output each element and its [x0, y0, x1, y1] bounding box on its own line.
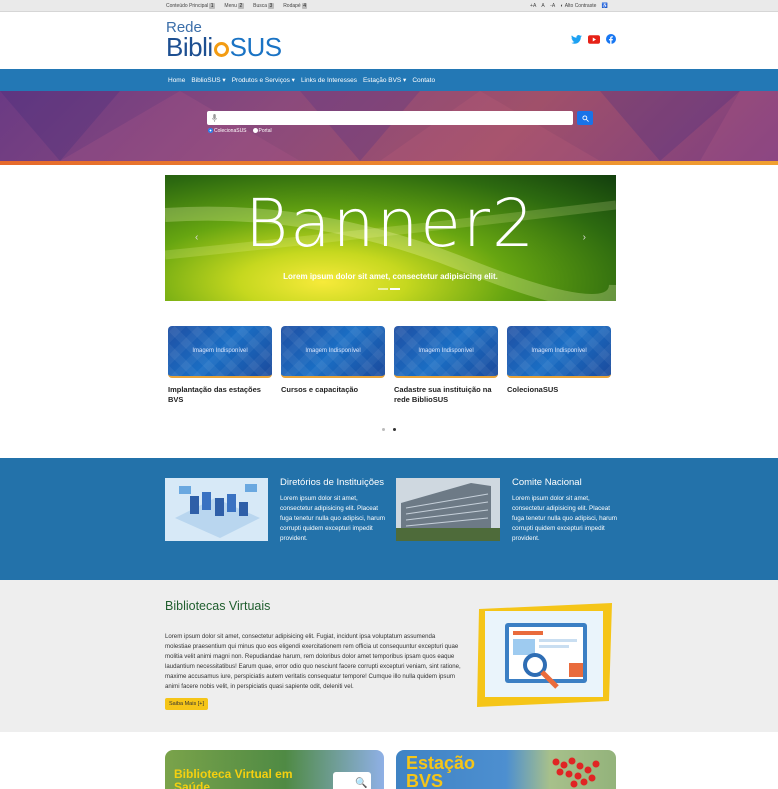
font-increase-button[interactable]: +A: [530, 3, 536, 9]
banner-indicator[interactable]: [378, 288, 388, 290]
feature-title[interactable]: Comite Nacional: [512, 477, 617, 489]
radio-colecionasus[interactable]: ColecionaSUS: [208, 128, 247, 134]
estacao-card-title: Estação BVS: [406, 753, 476, 789]
card-title: Cadastre sua instituição na rede BiblioS…: [394, 385, 492, 404]
logo-wordmark: Bibli SUS: [166, 32, 282, 62]
section-title: Bibliotecas Virtuais: [165, 599, 271, 613]
youtube-icon[interactable]: [588, 34, 600, 44]
shortcut-search[interactable]: Busca 3: [253, 2, 278, 9]
nav-produtos-servicos[interactable]: Produtos e Serviços ▾: [232, 76, 295, 84]
main-nav: Home BiblioSUS ▾ Produtos e Serviços ▾ L…: [0, 69, 778, 91]
hero-accent-stripe: [0, 161, 778, 165]
accessibility-bar: Conteúdo Principal 1 Menu 2 Busca 3 Rodapé 4…: [0, 0, 778, 12]
card-cadastre[interactable]: Imagem Indisponível Cadastre sua institu…: [394, 326, 498, 405]
contrast-button[interactable]: ◐ Alto Contraste: [561, 3, 597, 9]
social-links: [571, 34, 616, 44]
card-cursos[interactable]: Imagem Indisponível Cursos e capacitação: [281, 326, 385, 395]
card-image: Imagem Indisponível: [507, 326, 611, 378]
card-implantacao[interactable]: Imagem Indisponível Implantação das esta…: [168, 326, 272, 405]
logo-part1: Bibli: [166, 32, 213, 62]
card-image: Imagem Indisponível: [168, 326, 272, 378]
hero-pattern: [0, 91, 778, 161]
saiba-mais-button[interactable]: Saiba Mais [+]: [165, 698, 209, 710]
shortcut-main-content[interactable]: Conteúdo Principal 1: [166, 2, 219, 9]
estacao-card[interactable]: Estação BVS: [396, 750, 616, 789]
nav-home[interactable]: Home: [168, 77, 185, 84]
bvs-card-title: Biblioteca Virtual em Saúde: [174, 767, 293, 789]
search-input[interactable]: [207, 111, 573, 125]
site-header: Rede Bibli SUS: [0, 12, 778, 69]
feature-diretorios: Diretórios de Instituições Lorem ipsum d…: [280, 477, 385, 544]
access-tools: +A A -A ◐ Alto Contraste ♿: [530, 3, 612, 9]
banner-prev-icon[interactable]: ‹: [195, 232, 198, 243]
banner-title: Banner2: [244, 185, 537, 262]
site-logo[interactable]: Rede Bibli SUS: [166, 20, 282, 62]
search-button[interactable]: [577, 111, 593, 125]
access-shortcuts: Conteúdo Principal 1 Menu 2 Busca 3 Rodapé 4: [166, 2, 315, 9]
feature-title[interactable]: Diretórios de Instituições: [280, 477, 385, 489]
contrast-label: Alto Contraste: [564, 2, 597, 9]
font-reset-button[interactable]: A: [541, 3, 544, 9]
card-title: Implantação das estações BVS: [168, 385, 261, 404]
bvs-card[interactable]: Biblioteca Virtual em Saúde 🔍: [165, 750, 384, 789]
font-decrease-button[interactable]: -A: [550, 3, 555, 9]
search-illustration: [477, 603, 612, 707]
search-hero: ColecionaSUS Portal: [0, 91, 778, 161]
search-scope: ColecionaSUS Portal: [208, 128, 272, 134]
card-title: ColecionaSUS: [507, 385, 559, 394]
logo-ring-icon: [213, 41, 229, 57]
shortcut-footer[interactable]: Rodapé 4: [283, 2, 311, 9]
logo-part2: SUS: [229, 32, 282, 62]
feature-comite: Comite Nacional Lorem ipsum dolor sit am…: [512, 477, 617, 544]
card-image: Imagem Indisponível: [281, 326, 385, 378]
nav-contato[interactable]: Contato: [412, 77, 435, 84]
shortcut-menu[interactable]: Menu 2: [224, 2, 247, 9]
section-text: Lorem ipsum dolor sit amet, consectetur …: [165, 633, 461, 690]
search-icon: [581, 114, 589, 122]
banner-carousel: Banner2 Lorem ipsum dolor sit amet, cons…: [165, 175, 616, 301]
twitter-icon[interactable]: [571, 34, 582, 44]
radio-portal[interactable]: Portal: [252, 128, 272, 134]
banner-caption: Lorem ipsum dolor sit amet, consectetur …: [283, 272, 498, 281]
feature-text: Lorem ipsum dolor sit amet, consectetur …: [512, 495, 618, 542]
banner-next-icon[interactable]: ›: [583, 232, 586, 243]
nav-links-interesses[interactable]: Links de Interesses: [301, 77, 357, 84]
card-colecionasus[interactable]: Imagem Indisponível ColecionaSUS: [507, 326, 611, 395]
cards-indicators: [382, 428, 396, 431]
magnifier-icon: 🔍: [355, 778, 368, 789]
cards-indicator[interactable]: [382, 428, 385, 431]
card-image: Imagem Indisponível: [394, 326, 498, 378]
cards-indicator[interactable]: [393, 428, 396, 431]
banner-indicators: [378, 288, 400, 290]
map-pins-graphic: [552, 757, 600, 788]
building-photo: [396, 478, 500, 541]
feature-text: Lorem ipsum dolor sit amet, consectetur …: [280, 495, 386, 542]
accessibility-icon[interactable]: ♿: [602, 3, 608, 9]
nav-estacao-bvs[interactable]: Estação BVS ▾: [363, 76, 406, 84]
card-title: Cursos e capacitação: [281, 385, 359, 394]
banner-indicator[interactable]: [390, 288, 400, 290]
nav-bibliosus[interactable]: BiblioSUS ▾: [191, 76, 225, 84]
features-section: [0, 458, 778, 580]
facebook-icon[interactable]: [606, 34, 616, 44]
servers-illustration: [165, 478, 268, 541]
microphone-icon[interactable]: [212, 114, 217, 122]
